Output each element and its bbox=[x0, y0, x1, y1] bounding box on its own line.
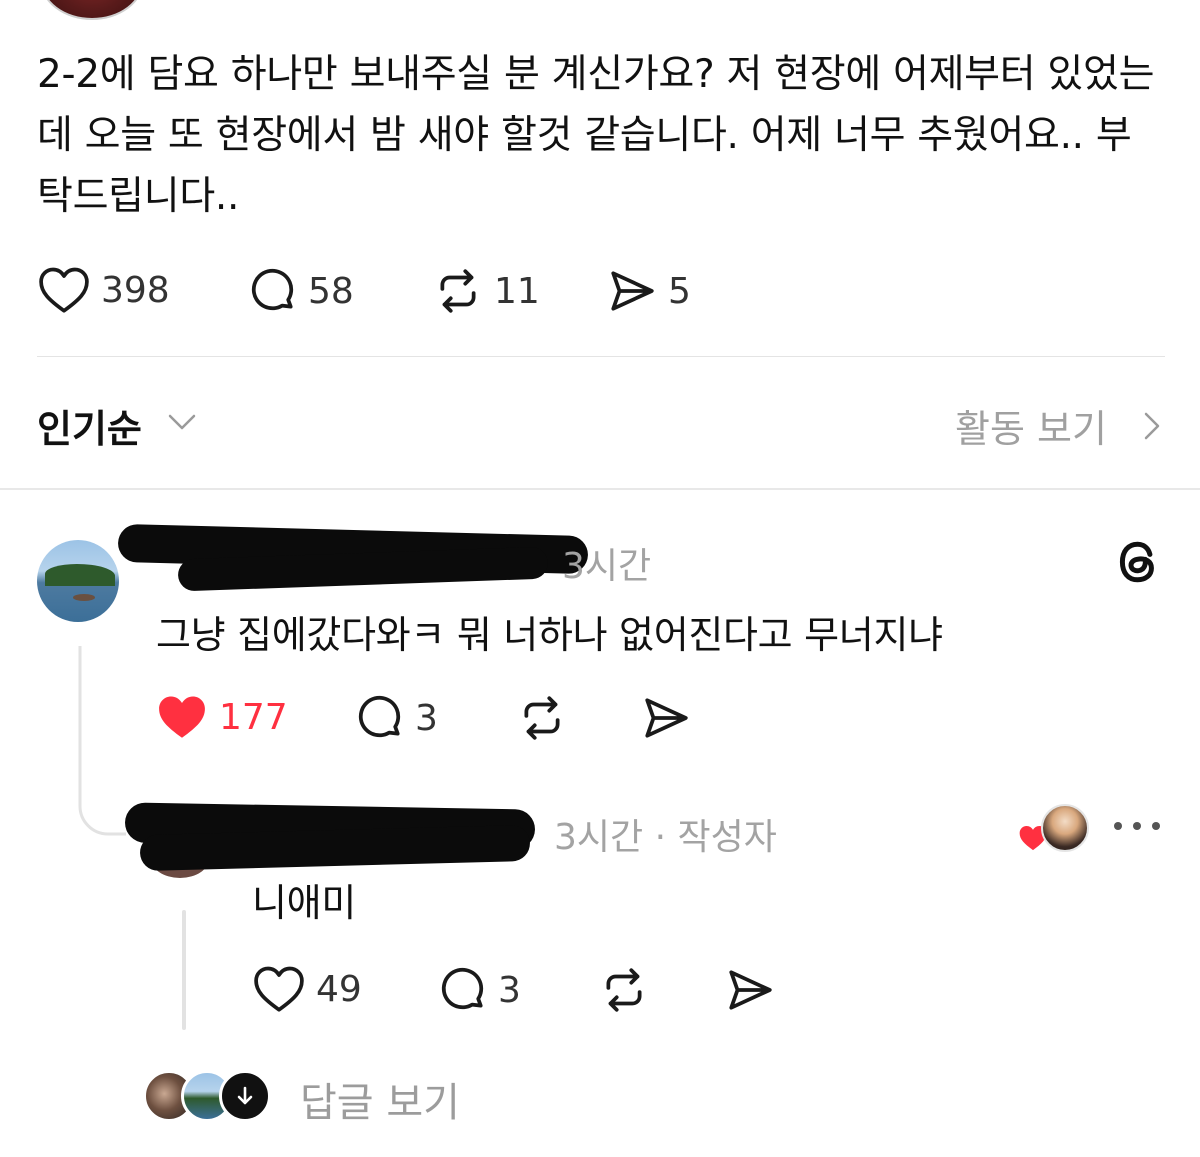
reply-time: 3시간 · 작성자 bbox=[554, 817, 777, 858]
author-avatar-small bbox=[1041, 804, 1089, 852]
view-replies-link[interactable]: 답글 보기 bbox=[300, 1070, 460, 1128]
comment-time: 3시간 bbox=[562, 546, 652, 587]
post-repost-button[interactable]: 11 bbox=[432, 266, 540, 316]
post-like-count: 398 bbox=[101, 269, 170, 311]
heart-icon bbox=[155, 693, 209, 741]
comment-author-avatar[interactable] bbox=[37, 540, 119, 622]
reply-repost-button[interactable] bbox=[598, 965, 650, 1015]
thread-connector bbox=[78, 646, 126, 836]
share-icon bbox=[606, 266, 658, 316]
post-like-button[interactable]: 398 bbox=[37, 266, 170, 314]
post-author-avatar[interactable] bbox=[40, 0, 144, 20]
comment-like-count: 177 bbox=[219, 696, 288, 738]
post-comment-count: 58 bbox=[308, 270, 354, 312]
comment-like-button[interactable]: 177 bbox=[155, 693, 288, 741]
reply-share-button[interactable] bbox=[724, 965, 776, 1015]
comment-repost-button[interactable] bbox=[516, 693, 568, 743]
comment-share-button[interactable] bbox=[640, 693, 692, 743]
post-share-button[interactable]: 5 bbox=[606, 266, 691, 316]
comment-icon bbox=[438, 965, 488, 1015]
share-icon bbox=[640, 693, 692, 743]
repost-icon bbox=[432, 266, 484, 316]
repost-icon bbox=[598, 965, 650, 1015]
comment-text: 그냥 집에갔다와ㅋ 뭐 너하나 없어진다고 무너지냐 bbox=[156, 613, 943, 657]
reply-like-count: 49 bbox=[316, 968, 362, 1010]
divider bbox=[37, 356, 1165, 357]
chevron-right-icon[interactable] bbox=[1140, 408, 1164, 448]
avatar-island bbox=[45, 564, 115, 586]
heart-icon bbox=[252, 965, 306, 1013]
arrow-down-icon[interactable] bbox=[219, 1070, 271, 1122]
post-share-count: 5 bbox=[668, 270, 691, 312]
reply-text: 니애미 bbox=[252, 881, 356, 925]
chevron-down-icon[interactable] bbox=[166, 410, 198, 438]
post-repost-count: 11 bbox=[494, 270, 540, 312]
section-divider bbox=[0, 488, 1200, 490]
reply-reply-button[interactable]: 3 bbox=[438, 965, 521, 1015]
view-activity-link[interactable]: 활동 보기 bbox=[955, 398, 1107, 453]
avatar-rock bbox=[73, 594, 95, 601]
repost-icon bbox=[516, 693, 568, 743]
reply-reply-count: 3 bbox=[498, 969, 521, 1011]
threads-logo-icon[interactable] bbox=[1112, 536, 1164, 592]
comment-icon bbox=[355, 693, 405, 743]
more-icon[interactable] bbox=[1112, 818, 1162, 838]
post-text: 2-2에 담요 하나만 보내주실 분 계신가요? 저 현장에 어제부터 있었는데… bbox=[37, 52, 1155, 219]
comment-reply-count: 3 bbox=[415, 697, 438, 739]
heart-icon bbox=[37, 266, 91, 314]
share-icon bbox=[724, 965, 776, 1015]
comment-reply-button[interactable]: 3 bbox=[355, 693, 438, 743]
reply-like-button[interactable]: 49 bbox=[252, 965, 362, 1013]
sort-dropdown-label[interactable]: 인기순 bbox=[37, 398, 142, 453]
post-comment-button[interactable]: 58 bbox=[248, 266, 354, 316]
comment-icon bbox=[248, 266, 298, 316]
thread-line bbox=[182, 910, 186, 1030]
